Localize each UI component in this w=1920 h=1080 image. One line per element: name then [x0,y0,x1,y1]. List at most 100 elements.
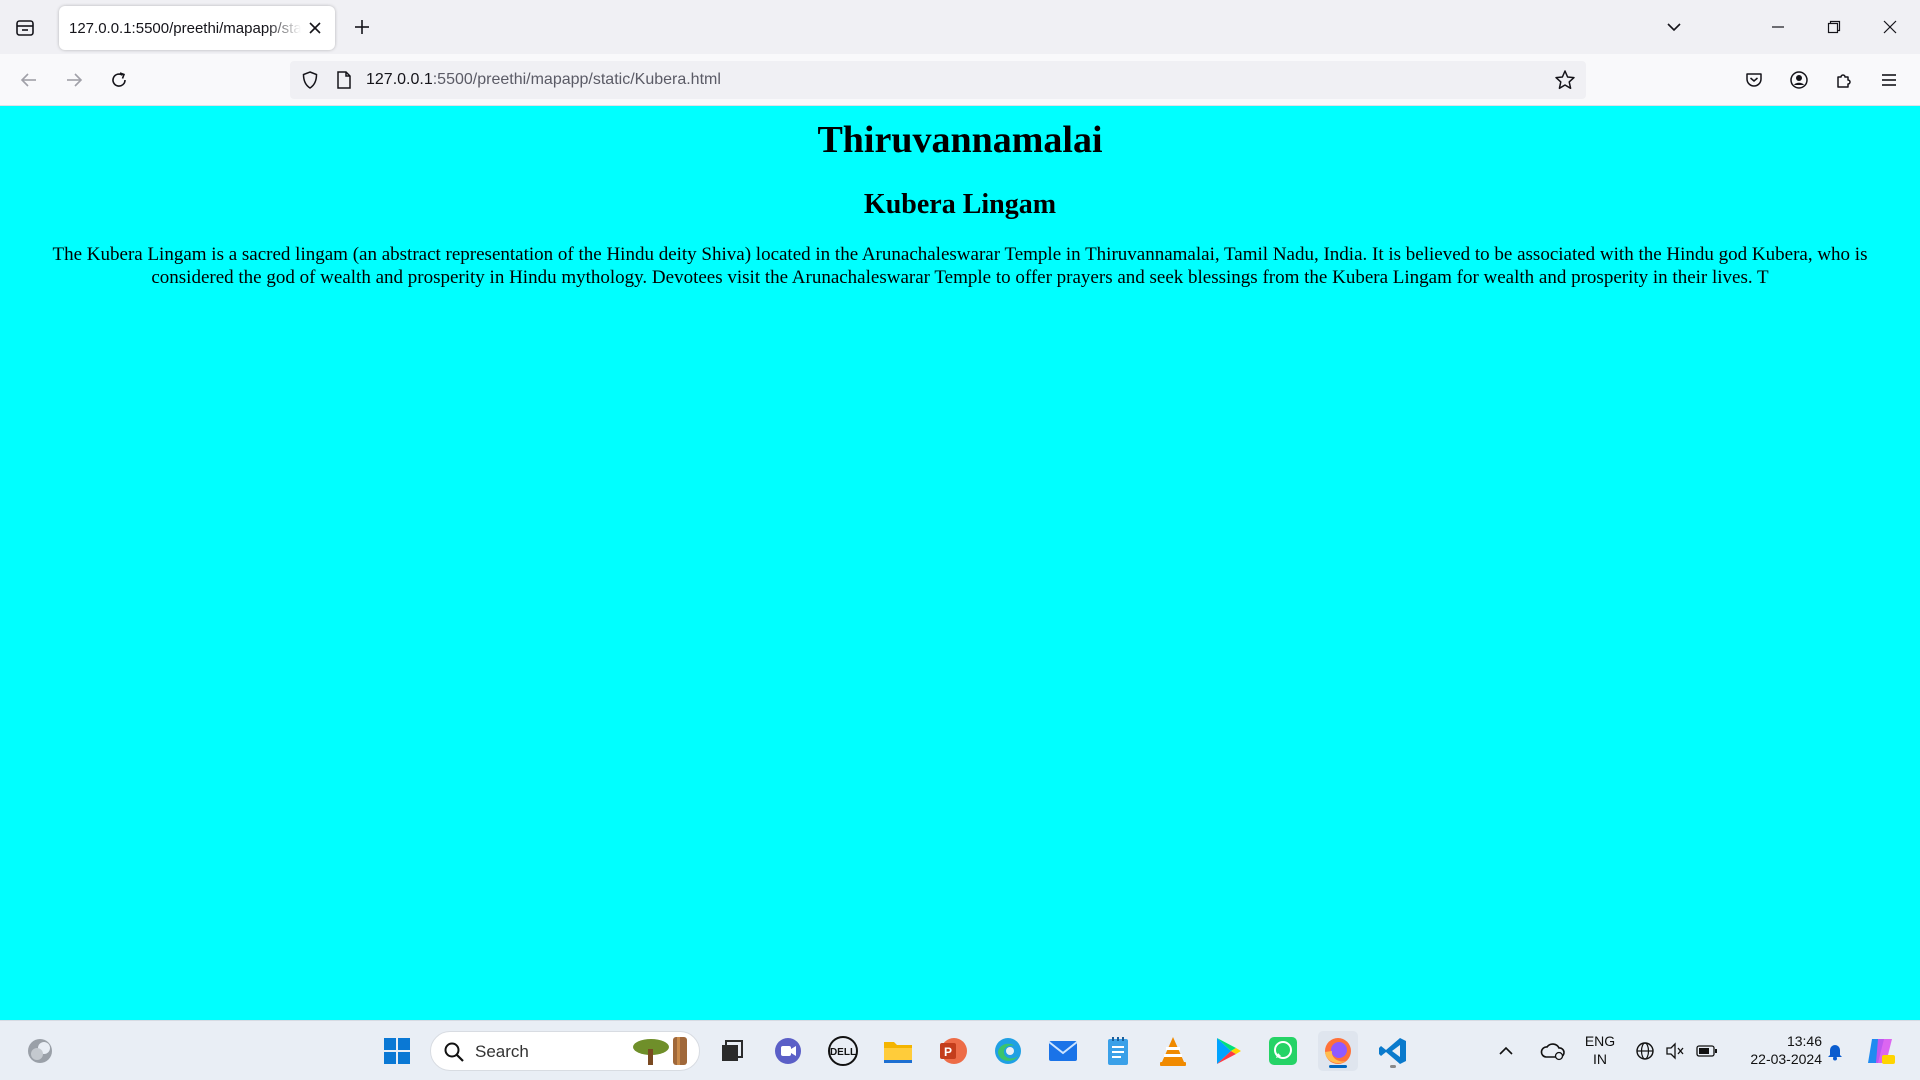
start-button[interactable] [377,1031,417,1071]
new-tab-button[interactable] [346,11,378,43]
language-code: ENG [1584,1033,1616,1049]
account-icon [1790,71,1808,89]
teams-icon [775,1038,801,1064]
onedrive-cloud-icon [1540,1043,1565,1061]
web-page-content: Thiruvannamalai Kubera Lingam The Kubera… [0,106,1920,1020]
edge-button[interactable] [988,1031,1028,1071]
tab-close-button[interactable] [305,18,325,38]
firefox-icon [1325,1038,1351,1064]
pocket-button[interactable] [1736,62,1772,98]
notifications-button[interactable] [1820,1031,1850,1071]
plus-icon [355,20,369,34]
minimize-icon [1772,26,1784,28]
page-heading: Thiruvannamalai [817,119,1103,161]
vlc-icon [1160,1037,1186,1066]
vscode-icon [1379,1038,1406,1064]
battery-button[interactable] [1692,1031,1722,1071]
volume-button[interactable] [1660,1031,1690,1071]
play-store-icon [1217,1038,1241,1064]
tab-title: 127.0.0.1:5500/preethi/mapapp/static/Kub… [69,19,301,37]
svg-text:DELL: DELL [830,1047,856,1058]
dell-icon: DELL [828,1036,858,1066]
arrow-right-icon [67,73,83,87]
browser-tab-active[interactable]: 127.0.0.1:5500/preethi/mapapp/static/Kub… [59,6,335,50]
url-text[interactable]: 127.0.0.1:5500/preethi/mapapp/static/Kub… [366,71,721,89]
back-button[interactable] [11,62,47,98]
powerpoint-icon: P [940,1038,967,1064]
clock-date: 22-03-2024 [1750,1051,1822,1067]
hamburger-menu-icon [1882,74,1896,86]
clock[interactable]: 13:46 22-03-2024 [1732,1032,1822,1068]
start-icon [384,1038,410,1064]
mail-icon [1048,1041,1078,1061]
list-all-tabs-button[interactable] [1658,11,1690,43]
dell-button[interactable]: DELL [823,1031,863,1071]
minimize-button[interactable] [1750,0,1806,54]
close-icon [1883,20,1897,34]
widgets-button[interactable] [20,1031,60,1071]
running-indicator [1390,1065,1396,1068]
star-icon [1555,70,1575,90]
battery-icon [1696,1045,1717,1057]
windows-taskbar: Search DELL P ENG IN 13:46 22-03-2024 [0,1020,1920,1080]
restore-icon [1827,20,1841,34]
firefox-view-icon [16,20,34,36]
search-icon [444,1042,464,1062]
notepad-button[interactable] [1098,1031,1138,1071]
vscode-button[interactable] [1373,1031,1413,1071]
chevron-up-icon [1499,1046,1513,1055]
url-path: :5500/preethi/mapapp/static/Kubera.html [432,71,721,88]
page-paragraph: The Kubera Lingam is a sacred lingam (an… [52,244,1868,289]
tracking-protection-shield-icon[interactable] [298,68,322,92]
svg-text:P: P [944,1045,952,1059]
restore-button[interactable] [1806,0,1862,54]
network-button[interactable] [1630,1031,1660,1071]
firefox-button[interactable] [1318,1031,1358,1071]
play-store-button[interactable] [1208,1031,1248,1071]
address-bar[interactable]: 127.0.0.1:5500/preethi/mapapp/static/Kub… [290,61,1586,99]
arrow-left-icon [20,73,36,87]
teams-button[interactable] [768,1031,808,1071]
search-label: Search [475,1042,529,1061]
navigation-toolbar: 127.0.0.1:5500/preethi/mapapp/static/Kub… [0,54,1920,106]
running-indicator [1329,1065,1347,1068]
notepad-icon [1108,1037,1128,1065]
page-subheading: Kubera Lingam [863,188,1057,220]
edge-icon [995,1038,1021,1064]
taskbar-search-box[interactable]: Search [430,1031,700,1071]
firefox-view-button[interactable] [8,11,42,45]
onedrive-button[interactable] [1532,1031,1574,1071]
globe-icon [1636,1042,1654,1060]
mail-button[interactable] [1043,1031,1083,1071]
task-view-icon [722,1040,743,1061]
tab-strip: 127.0.0.1:5500/preethi/mapapp/static/Kub… [0,0,1920,54]
puzzle-icon [1837,74,1851,88]
app-menu-button[interactable] [1871,62,1907,98]
reload-button[interactable] [101,62,137,98]
keyboard-region: IN [1593,1051,1607,1067]
task-view-button[interactable] [712,1031,752,1071]
whatsapp-icon [1269,1037,1297,1065]
copilot-icon [1868,1039,1895,1064]
whatsapp-button[interactable] [1263,1031,1303,1071]
copilot-button[interactable] [1860,1031,1900,1071]
file-explorer-button[interactable] [878,1031,918,1071]
bell-icon [1828,1045,1842,1061]
page-info-icon[interactable] [332,68,356,92]
show-hidden-icons-button[interactable] [1492,1031,1520,1071]
chevron-down-icon [1667,23,1681,32]
reload-icon [112,72,126,87]
powerpoint-button[interactable]: P [933,1031,973,1071]
bookmark-star-button[interactable] [1552,67,1578,93]
forward-button[interactable] [56,62,92,98]
close-window-button[interactable] [1862,0,1918,54]
close-icon [309,22,321,34]
account-button[interactable] [1781,62,1817,98]
volume-muted-icon [1666,1042,1684,1060]
file-explorer-icon [884,1042,912,1063]
clock-time: 13:46 [1786,1033,1822,1049]
extensions-button[interactable] [1826,62,1862,98]
vlc-button[interactable] [1153,1031,1193,1071]
language-indicator[interactable]: ENG IN [1580,1032,1620,1068]
pocket-icon [1746,73,1762,87]
